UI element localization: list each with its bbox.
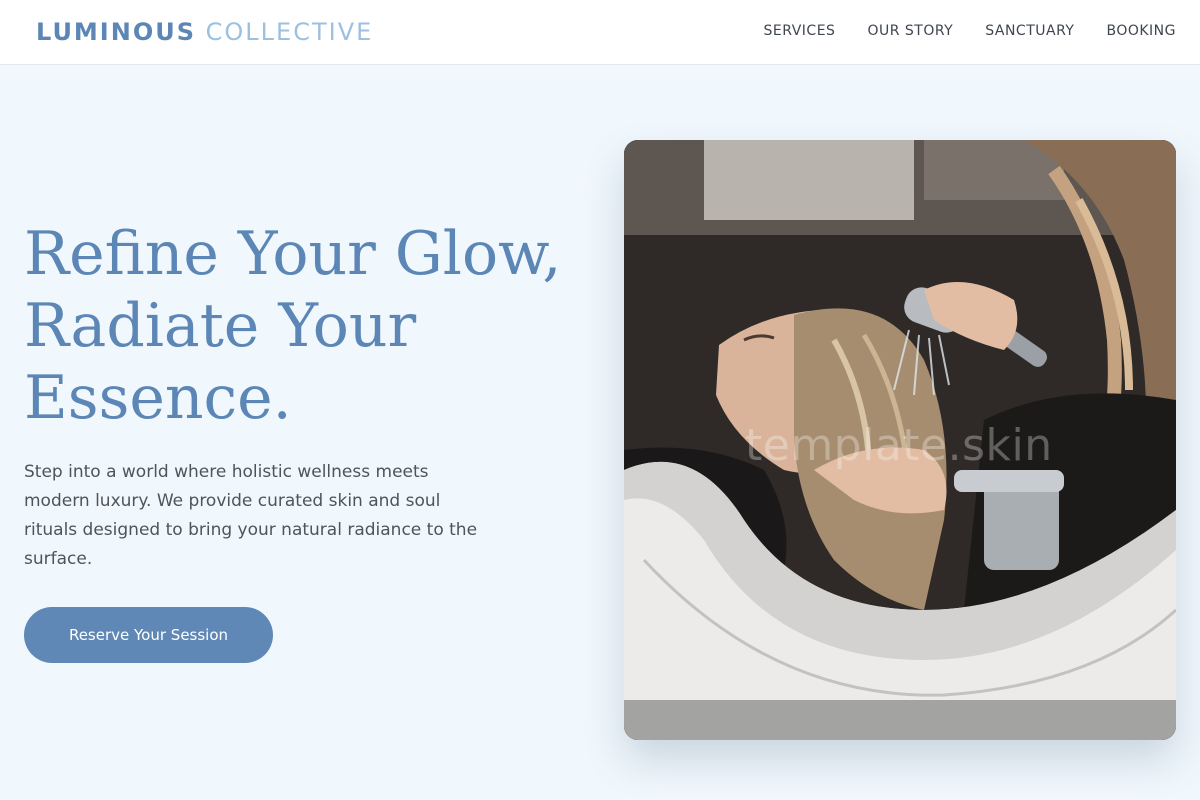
salon-hair-wash-illustration: [624, 140, 1176, 740]
brand-logo[interactable]: LUMINOUS COLLECTIVE: [36, 18, 373, 46]
hero-title-line-2: Radiate Your: [24, 291, 417, 361]
nav-booking[interactable]: BOOKING: [1106, 23, 1176, 39]
nav-our-story[interactable]: OUR STORY: [867, 23, 953, 39]
nav-sanctuary[interactable]: SANCTUARY: [985, 23, 1074, 39]
main-nav: SERVICES OUR STORY SANCTUARY BOOKING: [764, 23, 1176, 39]
hero-title: Refine Your Glow, Radiate Your Essence.: [24, 218, 584, 434]
nav-services[interactable]: SERVICES: [764, 23, 836, 39]
reserve-session-button[interactable]: Reserve Your Session: [24, 607, 273, 663]
hero-description: Step into a world where holistic wellnes…: [24, 462, 478, 569]
hero-title-line-1: Refine Your Glow,: [24, 219, 562, 289]
hero-image: [624, 140, 1176, 740]
hero-title-line-3: Essence.: [24, 363, 292, 433]
brand-name-primary: LUMINOUS: [36, 18, 196, 46]
brand-name-secondary: COLLECTIVE: [205, 18, 374, 46]
site-header: LUMINOUS COLLECTIVE SERVICES OUR STORY S…: [0, 0, 1200, 65]
